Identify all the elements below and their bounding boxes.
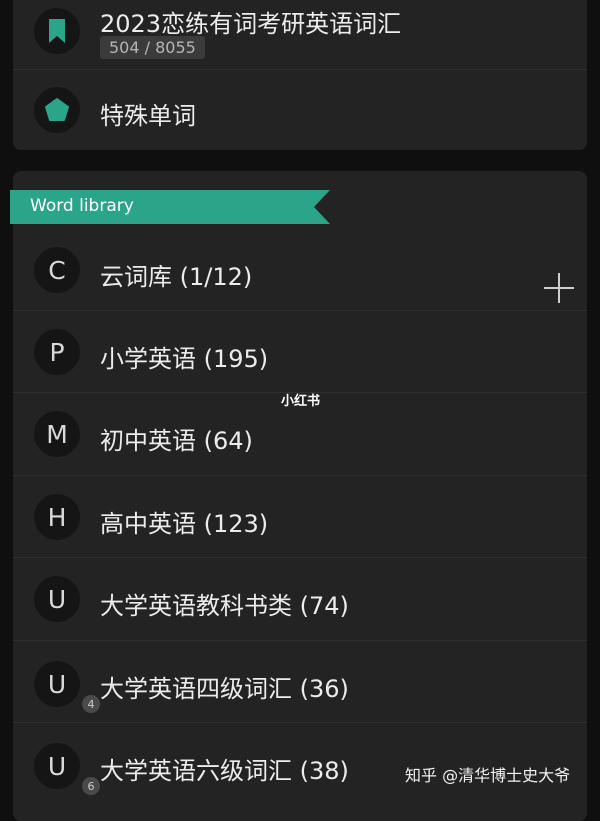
special-icon-circle [34,87,80,133]
book-title: 2023恋练有词考研英语词汇 [100,10,402,38]
letter-avatar: U 4 [34,661,100,713]
current-book-card: 2023恋练有词考研英语词汇 504 / 8055 特殊单词 [13,0,587,150]
avatar-letter: P [49,337,65,367]
special-words-row[interactable]: 特殊单词 [13,70,587,150]
pentagon-icon [45,98,69,121]
letter-avatar: P [34,329,80,375]
word-library-ribbon: Word library [10,190,330,224]
bookmark-icon [49,19,65,43]
current-book-row[interactable]: 2023恋练有词考研英语词汇 504 / 8055 [13,0,587,70]
avatar-letter: U [47,751,67,781]
library-item-label: 大学英语四级词汇 (36) [100,675,349,703]
special-words-label: 特殊单词 [100,102,196,130]
library-item-label: 初中英语 (64) [100,427,253,455]
library-item-cet4[interactable]: U 4 大学英语四级词汇 (36) [13,641,587,723]
level-badge: 6 [82,777,100,795]
letter-avatar: M [34,411,80,457]
level-badge: 4 [82,695,100,713]
avatar-letter: U [47,584,67,614]
word-library-card: C 云词库 (1/12) P 小学英语 (195) M 初中英语 (64) H … [13,171,587,821]
library-item-label: 高中英语 (123) [100,510,269,538]
book-icon-circle [34,8,80,54]
library-item-cloud[interactable]: C 云词库 (1/12) [13,229,587,311]
letter-avatar: H [34,494,80,540]
book-progress-badge: 504 / 8055 [100,36,205,59]
library-item-high-school[interactable]: H 高中英语 (123) [13,476,587,558]
library-item-label: 云词库 (1/12) [100,263,253,291]
watermark-bottom: 知乎 @清华博士史大爷 [405,766,571,785]
avatar-letter: C [48,255,66,285]
avatar-letter: U [47,669,67,699]
avatar-letter: M [46,419,68,449]
library-item-label: 大学英语六级词汇 (38) [100,757,349,785]
library-item-label: 大学英语教科书类 (74) [100,592,349,620]
avatar-letter: H [47,502,67,532]
library-item-university-textbooks[interactable]: U 大学英语教科书类 (74) [13,558,587,641]
watermark-center: 小红书 [281,394,321,409]
add-library-button[interactable] [542,271,576,305]
section-title: Word library [30,196,134,216]
letter-avatar: U 6 [34,743,100,795]
library-item-primary[interactable]: P 小学英语 (195) [13,311,587,393]
library-item-label: 小学英语 (195) [100,345,269,373]
letter-avatar: U [34,576,80,622]
letter-avatar: C [34,247,80,293]
plus-icon [544,273,574,303]
